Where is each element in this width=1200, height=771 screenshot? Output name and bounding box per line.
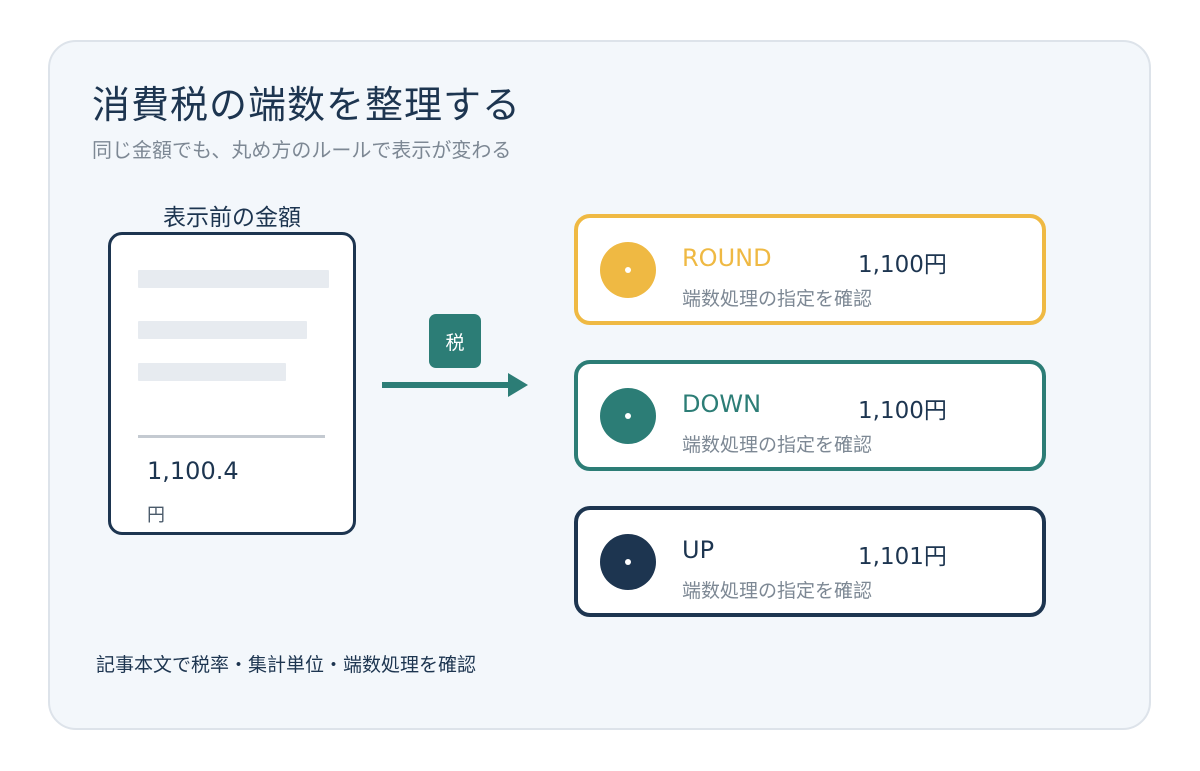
result-dot-icon	[600, 534, 656, 590]
page-subtitle: 同じ金額でも、丸め方のルールで表示が変わる	[92, 138, 512, 162]
receipt-placeholder-line	[138, 363, 286, 381]
result-mode: UP	[682, 536, 715, 564]
result-mode: DOWN	[682, 390, 762, 418]
receipt-placeholder-line	[138, 270, 329, 288]
receipt-divider	[138, 435, 325, 438]
page-title: 消費税の端数を整理する	[92, 83, 522, 127]
receipt-unit: 円	[147, 505, 165, 526]
receipt-label: 表示前の金額	[163, 205, 301, 231]
result-card-down: DOWN 1,100円 端数処理の指定を確認	[574, 360, 1046, 471]
result-dot-icon	[600, 388, 656, 444]
arrow-shaft	[382, 382, 512, 388]
result-note: 端数処理の指定を確認	[682, 434, 873, 456]
arrow-right-icon	[508, 373, 528, 397]
receipt-card: 1,100.4 円	[108, 232, 356, 535]
result-note: 端数処理の指定を確認	[682, 580, 873, 602]
receipt-placeholder-line	[138, 321, 307, 339]
result-value: 1,100円	[858, 252, 947, 278]
result-dot-icon	[600, 242, 656, 298]
footer-note: 記事本文で税率・集計単位・端数処理を確認	[96, 654, 477, 676]
result-value: 1,100円	[858, 398, 947, 424]
result-mode: ROUND	[682, 244, 772, 272]
receipt-amount: 1,100.4	[147, 457, 239, 485]
result-value: 1,101円	[858, 544, 947, 570]
result-card-up: UP 1,101円 端数処理の指定を確認	[574, 506, 1046, 617]
tax-badge: 税	[429, 314, 481, 368]
result-card-round: ROUND 1,100円 端数処理の指定を確認	[574, 214, 1046, 325]
result-note: 端数処理の指定を確認	[682, 288, 873, 310]
